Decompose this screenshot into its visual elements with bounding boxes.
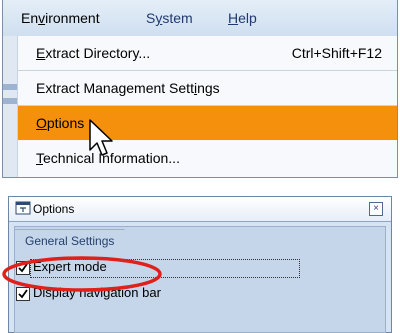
background-stub [3,98,17,104]
background-window-strip [3,36,18,177]
menu-item-extract-management-settings[interactable]: Extract Management Settings [18,71,397,105]
menu-help[interactable]: Help [228,10,257,26]
menu-environment[interactable]: Environment [21,10,100,26]
window-icon [15,201,31,215]
dialog-title-bar: Options × [9,197,391,222]
dialog-title: Options [33,202,75,216]
shortcut-label: Ctrl+Shift+F12 [291,45,382,61]
environment-dropdown-menu: Extract Directory... Ctrl+Shift+F12 Extr… [17,36,397,177]
background-stub [3,84,17,90]
highlight-ellipse-annotation [2,256,162,292]
close-icon[interactable]: × [369,202,383,216]
menu-screenshot: Environment System Help Extract Director… [2,0,398,178]
menu-item-technical-information[interactable]: Technical Information... [18,141,397,175]
menu-system[interactable]: System [146,10,193,26]
tab-general-settings[interactable]: General Settings [14,229,125,252]
menu-item-extract-directory[interactable]: Extract Directory... Ctrl+Shift+F12 [18,36,397,70]
mouse-cursor-icon [89,119,113,156]
menu-item-options[interactable]: Options [18,106,397,140]
menu-bar: Environment System Help [3,0,397,37]
